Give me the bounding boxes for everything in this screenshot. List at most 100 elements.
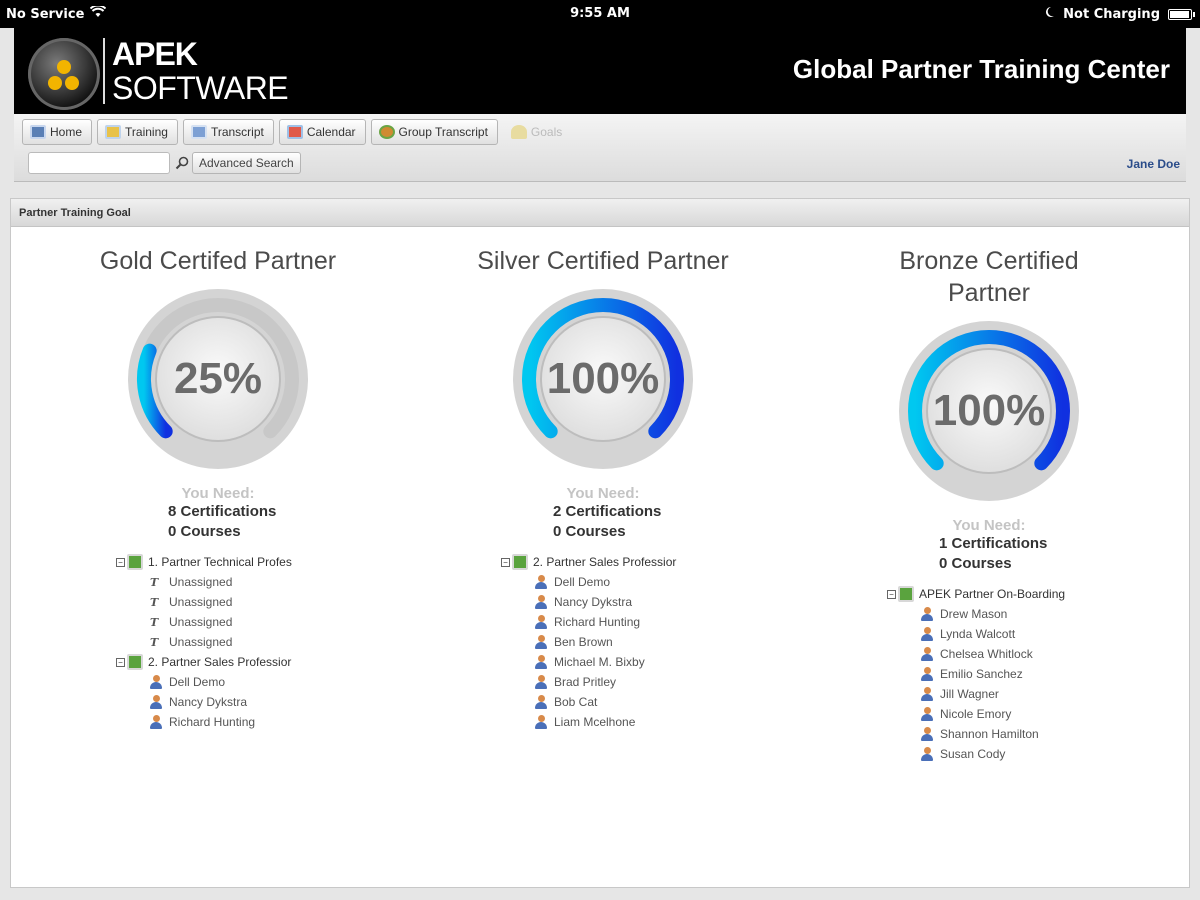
list-item[interactable]: Nancy Dykstra xyxy=(116,692,398,712)
brand-name-top: APEK xyxy=(112,36,198,72)
courses-needed: 0 Courses xyxy=(168,523,241,540)
panel-header: Partner Training Goal xyxy=(11,199,1189,227)
list-item[interactable]: Lynda Walcott xyxy=(887,624,1169,644)
user-icon xyxy=(921,607,933,621)
user-icon xyxy=(535,675,547,689)
list-item-label: Nicole Emory xyxy=(940,707,1012,721)
nav-home-label: Home xyxy=(50,125,83,139)
search-row: Advanced Search xyxy=(28,152,301,174)
list-item-label: Richard Hunting xyxy=(554,615,641,629)
user-icon xyxy=(535,635,547,649)
user-icon xyxy=(921,727,933,741)
training-icon xyxy=(105,125,122,139)
calendar-icon xyxy=(286,125,303,139)
list-item[interactable]: Chelsea Whitlock xyxy=(887,644,1169,664)
goal-bronze: Bronze Certified Partner 100% You Need: … xyxy=(809,245,1169,762)
list-item-label: Chelsea Whitlock xyxy=(940,647,1033,661)
goal-title-line-1: Bronze Certified xyxy=(899,247,1079,275)
courses-needed: 0 Courses xyxy=(939,555,1012,572)
user-icon xyxy=(150,675,162,689)
gauge-percent-label: 25% xyxy=(173,354,263,403)
collapse-toggle-icon[interactable]: − xyxy=(116,557,125,567)
collapse-toggle-icon[interactable]: − xyxy=(887,589,896,599)
gauge-percent-label: 100% xyxy=(546,354,660,403)
list-item[interactable]: Dell Demo xyxy=(116,672,398,692)
progress-gauge: 25% xyxy=(126,287,310,471)
list-item[interactable]: Bob Cat xyxy=(501,692,783,712)
moon-icon xyxy=(1045,6,1055,22)
status-right: Not Charging xyxy=(1045,6,1195,22)
list-item[interactable]: Emilio Sanchez xyxy=(887,664,1169,684)
list-item[interactable]: T Unassigned xyxy=(116,592,398,612)
nav-menu: Home Training Transcript Calendar Group … xyxy=(22,119,572,145)
certification-icon xyxy=(127,554,143,570)
partner-training-goal-panel: Partner Training Goal Gold Certifed Part… xyxy=(10,198,1190,888)
nav-goals-button[interactable]: Goals xyxy=(503,119,572,145)
nav-home-button[interactable]: Home xyxy=(22,119,93,145)
list-item[interactable]: Shannon Hamilton xyxy=(887,724,1169,744)
progress-gauge: 100% xyxy=(897,319,1081,503)
tree-group-label: 2. Partner Sales Professior xyxy=(533,555,677,569)
nav-training-button[interactable]: Training xyxy=(97,119,178,145)
nav-calendar-button[interactable]: Calendar xyxy=(278,119,366,145)
list-item[interactable]: Drew Mason xyxy=(887,604,1169,624)
goal-tree: − APEK Partner On-Boarding Drew Mason Ly… xyxy=(887,584,1169,762)
user-name-link[interactable]: Jane Doe xyxy=(1127,157,1180,171)
list-item-label: Unassigned xyxy=(169,615,233,629)
list-item[interactable]: T Unassigned xyxy=(116,632,398,652)
apek-logo-icon xyxy=(28,38,100,110)
nav-calendar-label: Calendar xyxy=(306,125,356,139)
nav-group-transcript-button[interactable]: Group Transcript xyxy=(370,119,498,145)
user-icon xyxy=(150,695,162,709)
list-item-label: Nancy Dykstra xyxy=(169,695,248,709)
user-icon xyxy=(535,695,547,709)
panel-title: Partner Training Goal xyxy=(19,207,131,219)
collapse-toggle-icon[interactable]: − xyxy=(501,557,510,567)
group-transcript-icon xyxy=(378,125,395,139)
nav-transcript-label: Transcript xyxy=(210,125,264,139)
certification-icon xyxy=(512,554,528,570)
advanced-search-button[interactable]: Advanced Search xyxy=(192,152,301,174)
unassigned-icon: T xyxy=(150,595,159,609)
home-icon xyxy=(30,125,46,139)
list-item[interactable]: Nicole Emory xyxy=(887,704,1169,724)
search-input[interactable] xyxy=(28,152,170,174)
courses-needed: 0 Courses xyxy=(553,523,626,540)
search-icon[interactable] xyxy=(172,152,192,174)
list-item[interactable]: Susan Cody xyxy=(887,744,1169,762)
ios-status-bar: No Service 9:55 AM Not Charging xyxy=(0,0,1200,28)
goal-tree: − 1. Partner Technical Profes T Unassigne… xyxy=(116,552,398,730)
tree-group[interactable]: − 2. Partner Sales Professior xyxy=(116,652,398,672)
list-item[interactable]: Jill Wagner xyxy=(887,684,1169,704)
brand-name-bottom: SOFTWARE xyxy=(112,70,289,106)
list-item[interactable]: Nancy Dykstra xyxy=(501,592,783,612)
user-icon xyxy=(921,627,933,641)
list-item-label: Unassigned xyxy=(169,595,233,609)
user-icon xyxy=(535,575,547,589)
goal-silver: Silver Certified Partner 100% You Need: … xyxy=(423,245,783,730)
nav-transcript-button[interactable]: Transcript xyxy=(182,119,274,145)
tree-group-label: 2. Partner Sales Professior xyxy=(148,655,292,669)
list-item-label: Jill Wagner xyxy=(940,687,999,701)
unassigned-icon: T xyxy=(150,615,159,629)
list-item[interactable]: Richard Hunting xyxy=(501,612,783,632)
user-icon xyxy=(535,595,547,609)
tree-group[interactable]: − 2. Partner Sales Professior xyxy=(501,552,783,572)
tree-group[interactable]: − 1. Partner Technical Profes xyxy=(116,552,398,572)
list-item-label: Unassigned xyxy=(169,635,233,649)
list-item[interactable]: Ben Brown xyxy=(501,632,783,652)
list-item[interactable]: Richard Hunting xyxy=(116,712,398,730)
list-item-label: Ben Brown xyxy=(554,635,613,649)
list-item-label: Richard Hunting xyxy=(169,715,256,729)
collapse-toggle-icon[interactable]: − xyxy=(116,657,125,667)
list-item[interactable]: Brad Pritley xyxy=(501,672,783,692)
list-item[interactable]: T Unassigned xyxy=(116,612,398,632)
you-need-label: You Need: xyxy=(181,485,255,502)
list-item[interactable]: Liam Mcelhone xyxy=(501,712,783,730)
list-item[interactable]: T Unassigned xyxy=(116,572,398,592)
user-icon xyxy=(921,687,933,701)
list-item-label: Michael M. Bixby xyxy=(554,655,645,669)
list-item[interactable]: Michael M. Bixby xyxy=(501,652,783,672)
tree-group[interactable]: − APEK Partner On-Boarding xyxy=(887,584,1169,604)
list-item[interactable]: Dell Demo xyxy=(501,572,783,592)
